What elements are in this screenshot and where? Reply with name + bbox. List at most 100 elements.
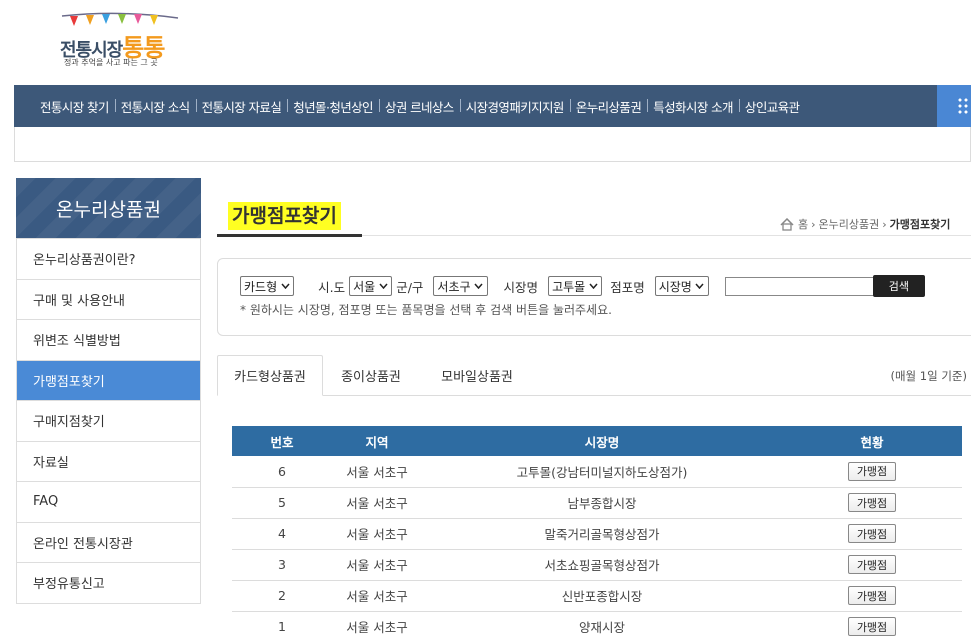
market-select[interactable]: 고투몰 [548,276,603,296]
side-nav-item-online-market[interactable]: 온라인 전통시장관 [17,521,200,563]
cell-market: 신반포종합시장 [422,580,782,612]
gnb-item-merchant-education[interactable]: 상인교육관 [738,97,806,116]
gnb-item-youth-mall[interactable]: 청년몰·청년상인 [287,97,379,116]
cell-market: 말죽거리골목형상점가 [422,518,782,550]
store-table: 번호 지역 시장명 현황 6 서울 서초구 고투몰(강남터미널지하도상점가) 가… [232,426,962,640]
cell-no: 2 [232,580,332,612]
site-logo[interactable]: 전통시장통통 정과 추억을 사고 파는 그 곳 [56,12,186,72]
header-no: 번호 [232,426,332,456]
gugun-value: 서초구 [437,279,471,294]
chevron-down-icon [694,280,706,292]
status-button[interactable]: 가맹점 [848,555,896,574]
side-nav-item-purchase-guide[interactable]: 구매 및 사용안내 [17,278,200,320]
gnb-item-renaissance[interactable]: 상권 르네상스 [378,97,460,116]
gnb-item-market-library[interactable]: 전통시장 자료실 [195,97,288,116]
cell-region: 서울 서초구 [332,456,422,488]
status-button[interactable]: 가맹점 [848,461,896,481]
side-nav-title: 온누리상품권 [16,178,201,238]
page-title: 가맹점포찾기 [228,202,341,230]
sido-select[interactable]: 서울 [349,276,393,296]
cell-status: 가맹점 [782,611,962,640]
chevron-down-icon [377,280,389,292]
market-value: 고투몰 [552,279,586,294]
gugun-label: 군/구 [396,279,424,295]
bunting-icon [61,12,179,26]
chevron-right-icon: › [811,217,816,231]
breadcrumb-home[interactable]: 홈 [798,216,808,232]
cell-status: 가맹점 [782,456,962,488]
cell-no: 6 [232,456,332,488]
cell-region: 서울 서초구 [332,611,422,640]
gnb-item-specialized-market[interactable]: 특성화시장 소개 [647,97,739,116]
side-nav-item-report[interactable]: 부정유통신고 [17,562,200,603]
breadcrumb-parent[interactable]: 온누리상품권 [819,216,880,232]
title-underline [217,234,362,237]
status-button[interactable]: 가맹점 [848,524,896,543]
chevron-right-icon: › [882,217,887,231]
sido-label: 시.도 [318,279,346,295]
cell-no: 4 [232,518,332,550]
breadcrumb-current: 가맹점포찾기 [889,218,951,231]
side-nav-item-forgery[interactable]: 위변조 식별방법 [17,319,200,360]
tab-mobile-voucher[interactable]: 모바일상품권 [423,355,531,396]
side-nav-item-store-search[interactable]: 가맹점포찾기 [17,359,200,400]
card-type-select[interactable]: 카드형 [240,276,295,296]
tab-card-voucher[interactable]: 카드형상품권 [217,355,323,396]
cell-no: 5 [232,487,332,519]
gnb-item-onnuri[interactable]: 온누리상품권 [569,97,647,116]
search-button[interactable]: 검색 [872,275,925,297]
store-value: 시장명 [658,279,692,294]
status-button[interactable]: 가맹점 [848,493,896,512]
table-row: 3 서울 서초구 서초쇼핑골목형상점가 가맹점 [232,549,962,581]
table-row: 1 서울 서초구 양재시장 가맹점 [232,611,962,640]
side-nav: 온누리상품권 온누리상품권이란? 구매 및 사용안내 위변조 식별방법 가맹점포… [16,178,201,604]
voucher-tabs: 카드형상품권 종이상품권 모바일상품권 (매월 1일 기준) [217,355,971,396]
cell-no: 3 [232,549,332,581]
search-panel: 카드형 시.도 서울 군/구 서초구 시장명 고투몰 점포명 시장명 검색 * … [217,258,971,336]
cell-status: 가맹점 [782,518,962,550]
global-nav: 전통시장 찾기 전통시장 소식 전통시장 자료실 청년몰·청년상인 상권 르네상… [14,85,971,127]
store-select[interactable]: 시장명 [654,276,709,296]
cell-status: 가맹점 [782,549,962,581]
chevron-down-icon [587,280,599,292]
table-row: 2 서울 서초구 신반포종합시장 가맹점 [232,580,962,612]
table-row: 5 서울 서초구 남부종합시장 가맹점 [232,487,962,519]
breadcrumb: 홈 › 온누리상품권 › 가맹점포찾기 [780,216,950,232]
cell-status: 가맹점 [782,487,962,519]
gnb-item-package-support[interactable]: 시장경영패키지지원 [459,97,570,116]
table-row: 6 서울 서초구 고투몰(강남터미널지하도상점가) 가맹점 [232,456,962,488]
side-nav-item-library[interactable]: 자료실 [17,440,200,482]
chevron-down-icon [473,280,485,292]
status-button[interactable]: 가맹점 [848,617,896,636]
gnb-item-market-news[interactable]: 전통시장 소식 [114,97,196,116]
gugun-select[interactable]: 서초구 [433,276,488,296]
search-note: * 원하시는 시장명, 점포명 또는 품목명을 선택 후 검색 버튼을 눌러주세… [240,303,612,317]
cell-region: 서울 서초구 [332,580,422,612]
tab-paper-voucher[interactable]: 종이상품권 [323,355,419,396]
header-region: 지역 [332,426,422,456]
store-label: 점포명 [610,279,645,295]
side-nav-item-branch-search[interactable]: 구매지점찾기 [17,400,200,441]
logo-tagline: 정과 추억을 사고 파는 그 곳 [64,58,158,67]
gnb-item-market-search[interactable]: 전통시장 찾기 [34,97,115,116]
header-status: 현황 [782,426,962,456]
status-button[interactable]: 가맹점 [848,586,896,605]
home-icon[interactable] [780,217,794,231]
card-type-value: 카드형 [244,279,278,294]
side-nav-item-about[interactable]: 온누리상품권이란? [17,238,200,279]
side-nav-item-faq[interactable]: FAQ [17,481,200,522]
all-menu-button[interactable] [937,85,971,127]
search-input[interactable] [724,276,875,296]
cell-market: 고투몰(강남터미널지하도상점가) [422,456,782,488]
cell-market: 양재시장 [422,611,782,640]
cell-no: 1 [232,611,332,640]
basis-note: (매월 1일 기준) [890,369,967,383]
header-market: 시장명 [422,426,782,456]
table-row: 4 서울 서초구 말죽거리골목형상점가 가맹점 [232,518,962,550]
cell-region: 서울 서초구 [332,549,422,581]
grid-menu-icon [957,97,969,115]
sido-value: 서울 [353,279,376,294]
table-header-row: 번호 지역 시장명 현황 [232,426,962,456]
cell-market: 서초쇼핑골목형상점가 [422,549,782,581]
cell-region: 서울 서초구 [332,487,422,519]
